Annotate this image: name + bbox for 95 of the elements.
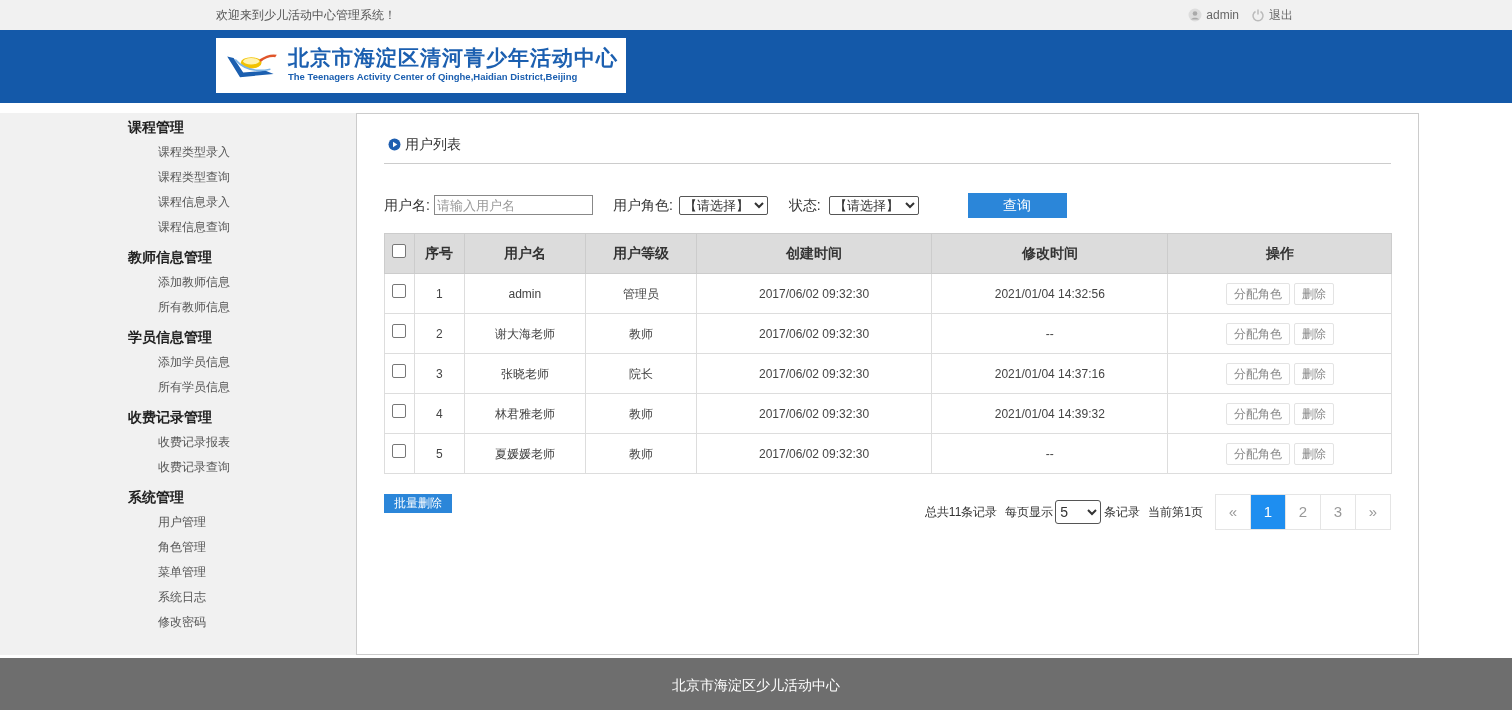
sidebar-item[interactable]: 添加教师信息 <box>158 270 230 295</box>
sidebar-item[interactable]: 修改密码 <box>158 610 206 635</box>
sidebar-group-title: 系统管理 <box>128 488 184 507</box>
table-cell: 教师 <box>585 393 697 434</box>
play-icon <box>388 137 401 151</box>
user-icon <box>1188 8 1203 22</box>
page-link[interactable]: » <box>1355 494 1391 530</box>
checkbox[interactable] <box>392 324 407 338</box>
sidebar-item[interactable]: 菜单管理 <box>158 560 206 585</box>
table-cell: 2017/06/02 09:32:30 <box>696 393 932 434</box>
status-select[interactable]: 【请选择】 <box>828 195 919 215</box>
sidebar-group-title: 教师信息管理 <box>128 248 212 267</box>
table-cell: 2021/01/04 14:32:56 <box>931 273 1168 314</box>
sidebar-item[interactable]: 课程信息录入 <box>158 190 230 215</box>
power-icon <box>1251 8 1265 22</box>
table-cell: 2017/06/02 09:32:30 <box>696 273 932 314</box>
table-cell: 夏媛媛老师 <box>464 433 586 474</box>
batch-delete-button[interactable]: 批量删除 <box>384 493 452 513</box>
sidebar-item[interactable]: 所有学员信息 <box>158 375 230 400</box>
table-cell: 张晓老师 <box>464 353 586 394</box>
logo-subtitle: The Teenagers Activity Center of Qinghe,Haidian District,Beijing <box>288 70 579 85</box>
sidebar-item[interactable]: 添加学员信息 <box>158 350 230 375</box>
current-page-text: 当前第1页 <box>1148 504 1203 521</box>
delete-button[interactable]: 删除 <box>1293 442 1334 465</box>
column-header: 操作 <box>1167 233 1392 274</box>
table-cell: 管理员 <box>585 273 697 314</box>
welcome-text: 欢迎来到少儿活动中心管理系统！ <box>216 7 396 24</box>
page-link[interactable]: 1 <box>1250 494 1286 530</box>
sidebar-group-title: 学员信息管理 <box>128 328 212 347</box>
table-cell: 3 <box>414 353 465 394</box>
delete-button[interactable]: 删除 <box>1293 402 1334 425</box>
logout-link[interactable]: 退出 <box>1251 6 1293 24</box>
sidebar-item[interactable]: 收费记录查询 <box>158 455 230 480</box>
column-header: 用户等级 <box>585 233 697 274</box>
username-label: 用户名: <box>384 195 430 215</box>
assign-role-button[interactable]: 分配角色 <box>1225 282 1290 305</box>
table-cell: 2017/06/02 09:32:30 <box>696 433 932 474</box>
table-cell: 教师 <box>585 433 697 474</box>
logo-title: 北京市海淀区清河青少年活动中心 <box>288 46 618 71</box>
panel-title: 用户列表 <box>405 134 461 154</box>
checkbox[interactable] <box>392 364 407 378</box>
table-cell: 4 <box>414 393 465 434</box>
column-header: 创建时间 <box>696 233 932 274</box>
table-cell: 教师 <box>585 313 697 354</box>
footer-text: 北京市海淀区少儿活动中心 <box>672 676 840 695</box>
role-label: 用户角色: <box>612 195 673 215</box>
page-link[interactable]: 2 <box>1285 494 1321 530</box>
column-header: 修改时间 <box>931 233 1168 274</box>
sidebar-item[interactable]: 角色管理 <box>158 535 206 560</box>
sidebar-item[interactable]: 课程类型录入 <box>158 140 230 165</box>
sidebar-item[interactable]: 所有教师信息 <box>158 295 230 320</box>
per-page-unit: 条记录 <box>1104 504 1141 521</box>
table-cell: 5 <box>414 433 465 474</box>
table-cell: 2017/06/02 09:32:30 <box>696 353 932 394</box>
table-cell: 1 <box>414 273 465 314</box>
assign-role-button[interactable]: 分配角色 <box>1225 402 1290 425</box>
table-cell: 2021/01/04 14:37:16 <box>931 353 1168 394</box>
assign-role-button[interactable]: 分配角色 <box>1225 362 1290 385</box>
checkbox[interactable] <box>392 444 407 458</box>
sidebar-item[interactable]: 课程信息查询 <box>158 215 230 240</box>
table-cell: -- <box>931 433 1168 474</box>
delete-button[interactable]: 删除 <box>1293 282 1334 305</box>
user-link[interactable]: admin <box>1188 6 1239 24</box>
checkbox[interactable] <box>392 244 407 258</box>
status-label: 状态: <box>788 195 821 215</box>
delete-button[interactable]: 删除 <box>1293 322 1334 345</box>
table-cell: 2 <box>414 313 465 354</box>
column-header: 用户名 <box>464 233 586 274</box>
table-cell: 谢大海老师 <box>464 313 586 354</box>
page-link[interactable]: « <box>1215 494 1251 530</box>
table-cell: 2021/01/04 14:39:32 <box>931 393 1168 434</box>
table-cell: 院长 <box>585 353 697 394</box>
per-page-label: 每页显示 <box>1005 504 1054 521</box>
query-button[interactable]: 查询 <box>967 192 1067 218</box>
column-header: 序号 <box>414 233 465 274</box>
table-cell: admin <box>464 273 586 314</box>
sidebar-item[interactable]: 收费记录报表 <box>158 430 230 455</box>
sidebar-item[interactable]: 系统日志 <box>158 585 206 610</box>
sidebar-item[interactable]: 课程类型查询 <box>158 165 230 190</box>
assign-role-button[interactable]: 分配角色 <box>1225 322 1290 345</box>
total-records-text: 总共11条记录 <box>924 504 998 521</box>
role-select[interactable]: 【请选择】 <box>678 195 768 215</box>
table-cell: 林君雅老师 <box>464 393 586 434</box>
delete-button[interactable]: 删除 <box>1293 362 1334 385</box>
table-cell: 2017/06/02 09:32:30 <box>696 313 932 354</box>
username-field[interactable]: 请输入用户名 <box>433 195 593 215</box>
table-cell: -- <box>931 313 1168 354</box>
sidebar-item[interactable]: 用户管理 <box>158 510 206 535</box>
checkbox[interactable] <box>392 284 407 298</box>
sidebar-group-title: 收费记录管理 <box>128 408 212 427</box>
sidebar-group-title: 课程管理 <box>128 118 184 137</box>
assign-role-button[interactable]: 分配角色 <box>1225 442 1290 465</box>
page-size-select[interactable]: 5 <box>1055 500 1102 524</box>
checkbox[interactable] <box>392 404 407 418</box>
page-link[interactable]: 3 <box>1320 494 1356 530</box>
